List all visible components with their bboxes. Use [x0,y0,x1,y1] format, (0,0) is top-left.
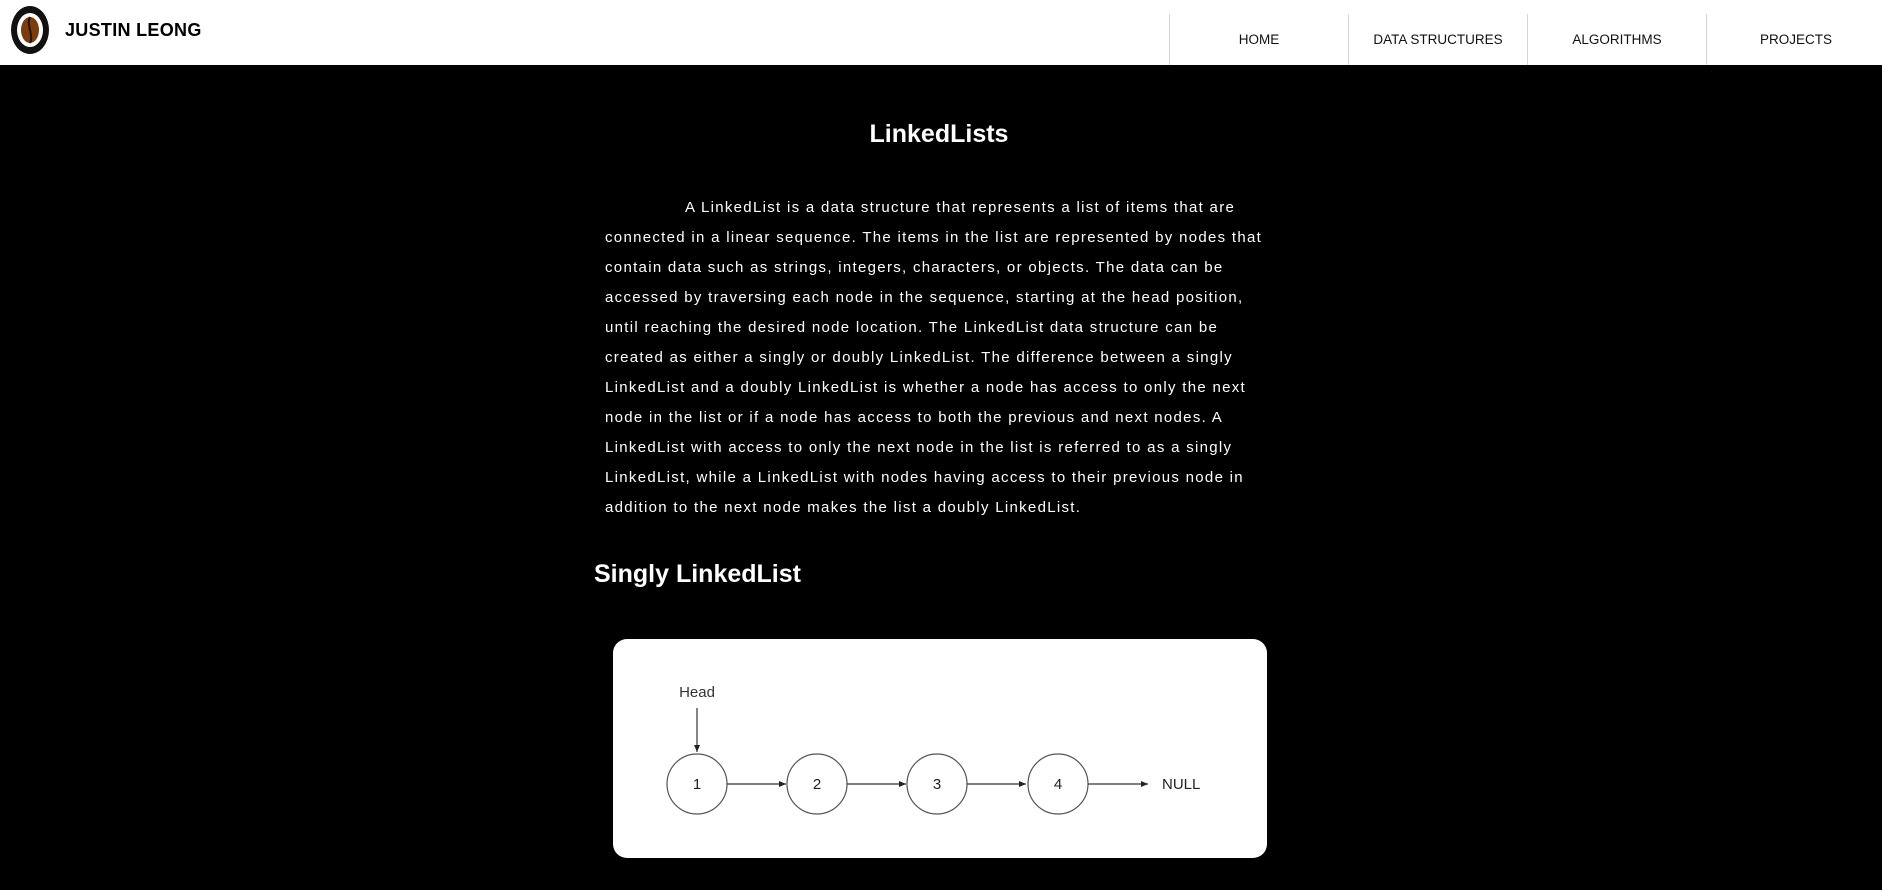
nav-data-structures[interactable]: DATA STRUCTURES [1348,14,1527,65]
coffee-bean-logo-icon[interactable] [9,4,51,56]
section-title-singly: Singly LinkedList [594,560,801,588]
node-1-value: 1 [693,776,701,793]
node-2-value: 2 [813,776,821,793]
nav-home[interactable]: HOME [1169,14,1348,65]
null-terminal-label: NULL [1162,776,1200,793]
main-nav: HOME DATA STRUCTURES ALGORITHMS PROJECTS [1169,14,1882,65]
site-brand[interactable]: JUSTIN LEONG [65,20,202,41]
singly-linkedlist-diagram: Head 1 2 3 4 NULL [613,639,1267,858]
node-4-value: 4 [1054,776,1062,793]
intro-paragraph: A LinkedList is a data structure that re… [605,199,1263,516]
site-header: JUSTIN LEONG HOME DATA STRUCTURES ALGORI… [0,0,1882,65]
head-label: Head [679,684,715,701]
page-title: LinkedLists [869,120,1009,148]
node-3-value: 3 [933,776,941,793]
linkedlist-diagram-svg: Head 1 2 3 4 NULL [666,684,1200,815]
nav-algorithms[interactable]: ALGORITHMS [1527,14,1706,65]
nav-projects[interactable]: PROJECTS [1706,14,1882,65]
